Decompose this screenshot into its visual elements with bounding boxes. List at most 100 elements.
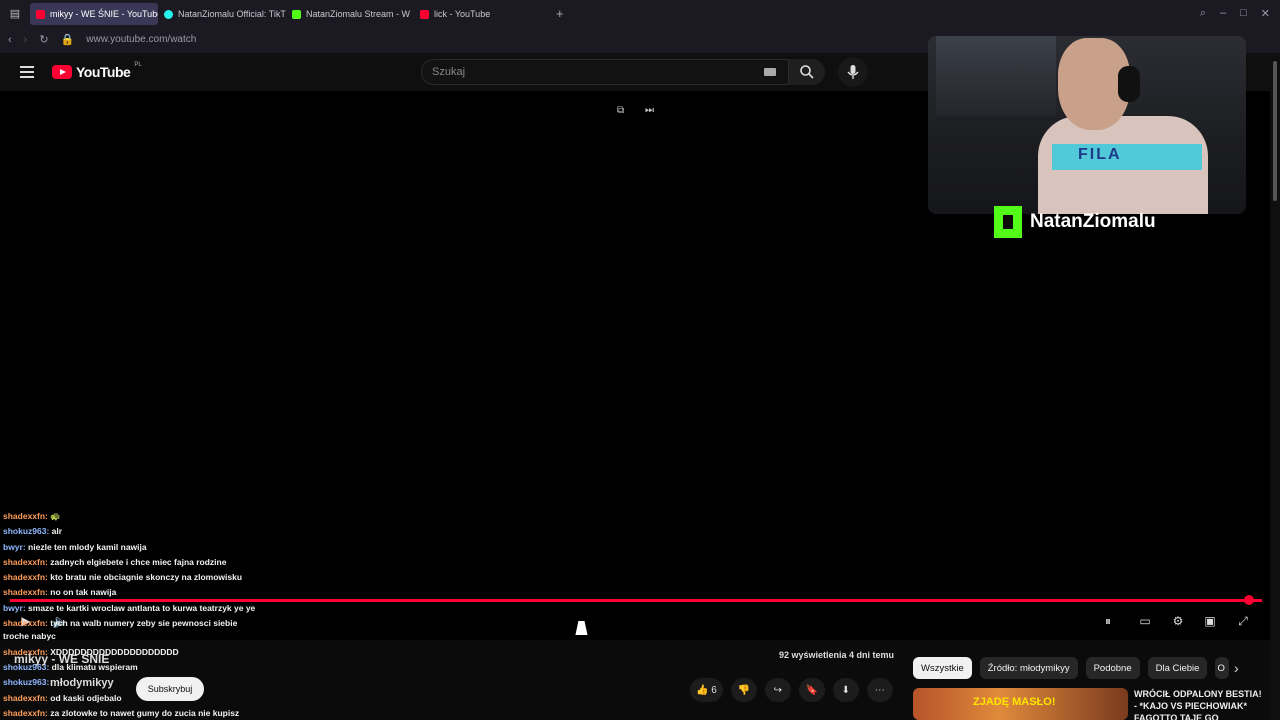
chat-text: zadnych elgiebete i chce miec fajna rodz… <box>50 556 227 567</box>
tab-tiktok[interactable]: NatanZiomalu Official: TikT <box>158 3 286 25</box>
tab-lick[interactable]: lick - YouTube <box>414 3 542 25</box>
tab-title: mikyy - WE ŚNIE - YouTube <box>50 9 158 19</box>
voice-search-button[interactable] <box>838 57 868 87</box>
chat-message: shadexxfn: no on tak nawija <box>3 585 303 600</box>
forward-icon[interactable]: › <box>24 34 28 46</box>
window-controls: ⌕ – □ ✕ <box>1200 0 1280 26</box>
chat-message: shadexxfn: 🐢 <box>3 509 303 524</box>
webcam-headset <box>1118 66 1140 102</box>
theater-mode-icon[interactable]: ▣ <box>1202 614 1218 628</box>
recommended-video-title[interactable]: WRÓCIŁ ODPALONY BESTIA! - *KAJO VS PIECH… <box>1134 688 1264 720</box>
search-placeholder: Szukaj <box>432 66 466 78</box>
maximize-icon[interactable]: □ <box>1240 7 1247 19</box>
chat-username: shokuz963: <box>3 526 50 537</box>
search-input[interactable]: Szukaj <box>421 59 789 85</box>
streamer-tag: NatanZiomalu <box>994 206 1156 238</box>
chat-username: bwyr: <box>3 602 26 613</box>
settings-icon[interactable]: ⚙ <box>1170 614 1186 628</box>
chat-text: smaze te kartki wroclaw antlanta to kurw… <box>28 602 256 613</box>
new-tab-button[interactable]: + <box>556 6 564 21</box>
kick-icon <box>292 9 301 19</box>
chat-text: kto bratu nie obciagnie skonczy na zlomo… <box>50 572 243 583</box>
view-count: 92 wyświetlenia 4 dni temu <box>779 650 895 660</box>
tab-title: NatanZiomalu Official: TikT <box>178 9 286 19</box>
more-actions-button[interactable]: ⋯ <box>866 678 893 702</box>
chat-username: shokuz963: <box>3 677 50 688</box>
chat-message: shokuz963: alr <box>3 524 303 539</box>
chat-message: bwyr: niezle ten mlody kamil nawija <box>3 540 303 555</box>
next-video-icon[interactable]: ⏭ <box>645 105 659 117</box>
chevron-right-icon[interactable]: › <box>1234 660 1239 676</box>
like-button[interactable]: 👍 6 <box>690 678 723 702</box>
dislike-button[interactable]: 👎 <box>730 678 757 702</box>
close-icon[interactable]: ✕ <box>1261 7 1270 20</box>
microphone-icon <box>847 65 859 79</box>
page-scrollbar[interactable] <box>1270 53 1280 720</box>
thumbs-up-icon: 👍 <box>696 684 709 696</box>
chat-username: shadexxfn: <box>3 618 48 629</box>
chip-all[interactable]: Wszystkie <box>913 657 972 679</box>
fullscreen-icon[interactable]: ⤢ <box>1235 614 1251 628</box>
tab-title: NatanZiomalu Stream - W <box>306 9 411 19</box>
scrollbar-thumb[interactable] <box>1273 61 1277 201</box>
chip-more[interactable]: O <box>1215 657 1230 679</box>
subscribe-button[interactable]: Subskrybuj <box>136 677 204 701</box>
chip-for-you[interactable]: Dla Ciebie <box>1147 657 1208 679</box>
thumbnail-caption: ZJADĘ MASŁO! <box>973 696 1056 708</box>
bookmark-icon: 🔖 <box>805 684 819 696</box>
video-title: mikyy - WE ŚNIE <box>14 652 110 666</box>
youtube-logo-text: YouTube <box>76 64 131 80</box>
download-icon: ⬇ <box>841 684 850 696</box>
chat-username: shadexxfn: <box>3 572 48 583</box>
more-icon: ⋯ <box>874 684 885 696</box>
miniplayer-icon[interactable]: ⧉ <box>617 105 631 117</box>
channel-name[interactable]: młodymikyy <box>50 677 114 689</box>
webcam-shirt-stripe <box>1052 144 1202 170</box>
share-button[interactable]: ↪ <box>764 678 791 702</box>
recommended-video-thumbnail[interactable]: ZJADĘ MASŁO! <box>913 688 1128 720</box>
chat-username: bwyr: <box>3 541 26 552</box>
youtube-icon <box>420 9 429 19</box>
browser-tab-bar: ▤ mikyy - WE ŚNIE - YouTube NatanZiomalu… <box>0 0 1280 26</box>
lock-icon: 🔒 <box>60 34 75 46</box>
scrubber-handle[interactable] <box>1244 595 1254 605</box>
chat-text: niezle ten mlody kamil nawija <box>28 541 147 552</box>
recommendation-chips: Wszystkie Źródło: młodymikyy Podobne Dla… <box>913 657 1230 679</box>
download-button[interactable]: ⬇ <box>832 678 859 702</box>
share-icon: ↪ <box>773 684 782 696</box>
minimize-icon[interactable]: – <box>1220 7 1226 19</box>
chat-message: bwyr: smaze te kartki wroclaw antlanta t… <box>3 601 303 616</box>
chat-text: od kaski odjebalo <box>50 692 122 703</box>
save-button[interactable]: 🔖 <box>798 678 825 702</box>
window-menu-icon[interactable]: ▤ <box>0 0 30 26</box>
search-tabs-icon[interactable]: ⌕ <box>1200 7 1206 20</box>
back-icon[interactable]: ‹ <box>8 34 12 46</box>
tab-kick[interactable]: NatanZiomalu Stream - W <box>286 3 414 25</box>
tab-mikyy[interactable]: mikyy - WE ŚNIE - YouTube <box>30 3 158 25</box>
chat-message: shadexxfn: kto bratu nie obciagnie skonc… <box>3 570 303 585</box>
youtube-logo[interactable]: YouTube PL <box>52 62 142 80</box>
chat-text: za zlotowke to nawet gumy do zucia nie k… <box>50 707 240 718</box>
like-count: 6 <box>711 684 717 696</box>
chat-text: no on tak nawija <box>50 587 117 598</box>
menu-icon[interactable] <box>20 66 34 78</box>
keyboard-icon[interactable] <box>764 68 776 76</box>
youtube-icon <box>36 9 45 19</box>
reload-icon[interactable]: ↻ <box>39 33 48 46</box>
chat-text: troche nabyc <box>3 631 56 642</box>
streamer-name: NatanZiomalu <box>1030 211 1156 232</box>
region-code: PL <box>134 62 142 68</box>
chat-username: shadexxfn: <box>3 511 48 521</box>
chip-similar[interactable]: Podobne <box>1085 657 1140 679</box>
webcam-shirt-logo: FILA <box>1078 146 1122 163</box>
url-field[interactable]: www.youtube.com/watch <box>86 34 196 45</box>
chat-text: 🐢 <box>50 511 61 521</box>
chat-username: shadexxfn: <box>3 707 48 718</box>
streamer-webcam: FILA <box>928 36 1246 214</box>
search-icon <box>800 65 814 79</box>
search-button[interactable] <box>789 59 825 85</box>
subtitles-icon[interactable]: ▭ <box>1137 614 1153 628</box>
chat-message: shadexxfn: zadnych elgiebete i chce miec… <box>3 555 303 570</box>
autoplay-toggle-icon[interactable]: ⏸ <box>1100 614 1116 628</box>
chip-source[interactable]: Źródło: młodymikyy <box>979 657 1078 679</box>
